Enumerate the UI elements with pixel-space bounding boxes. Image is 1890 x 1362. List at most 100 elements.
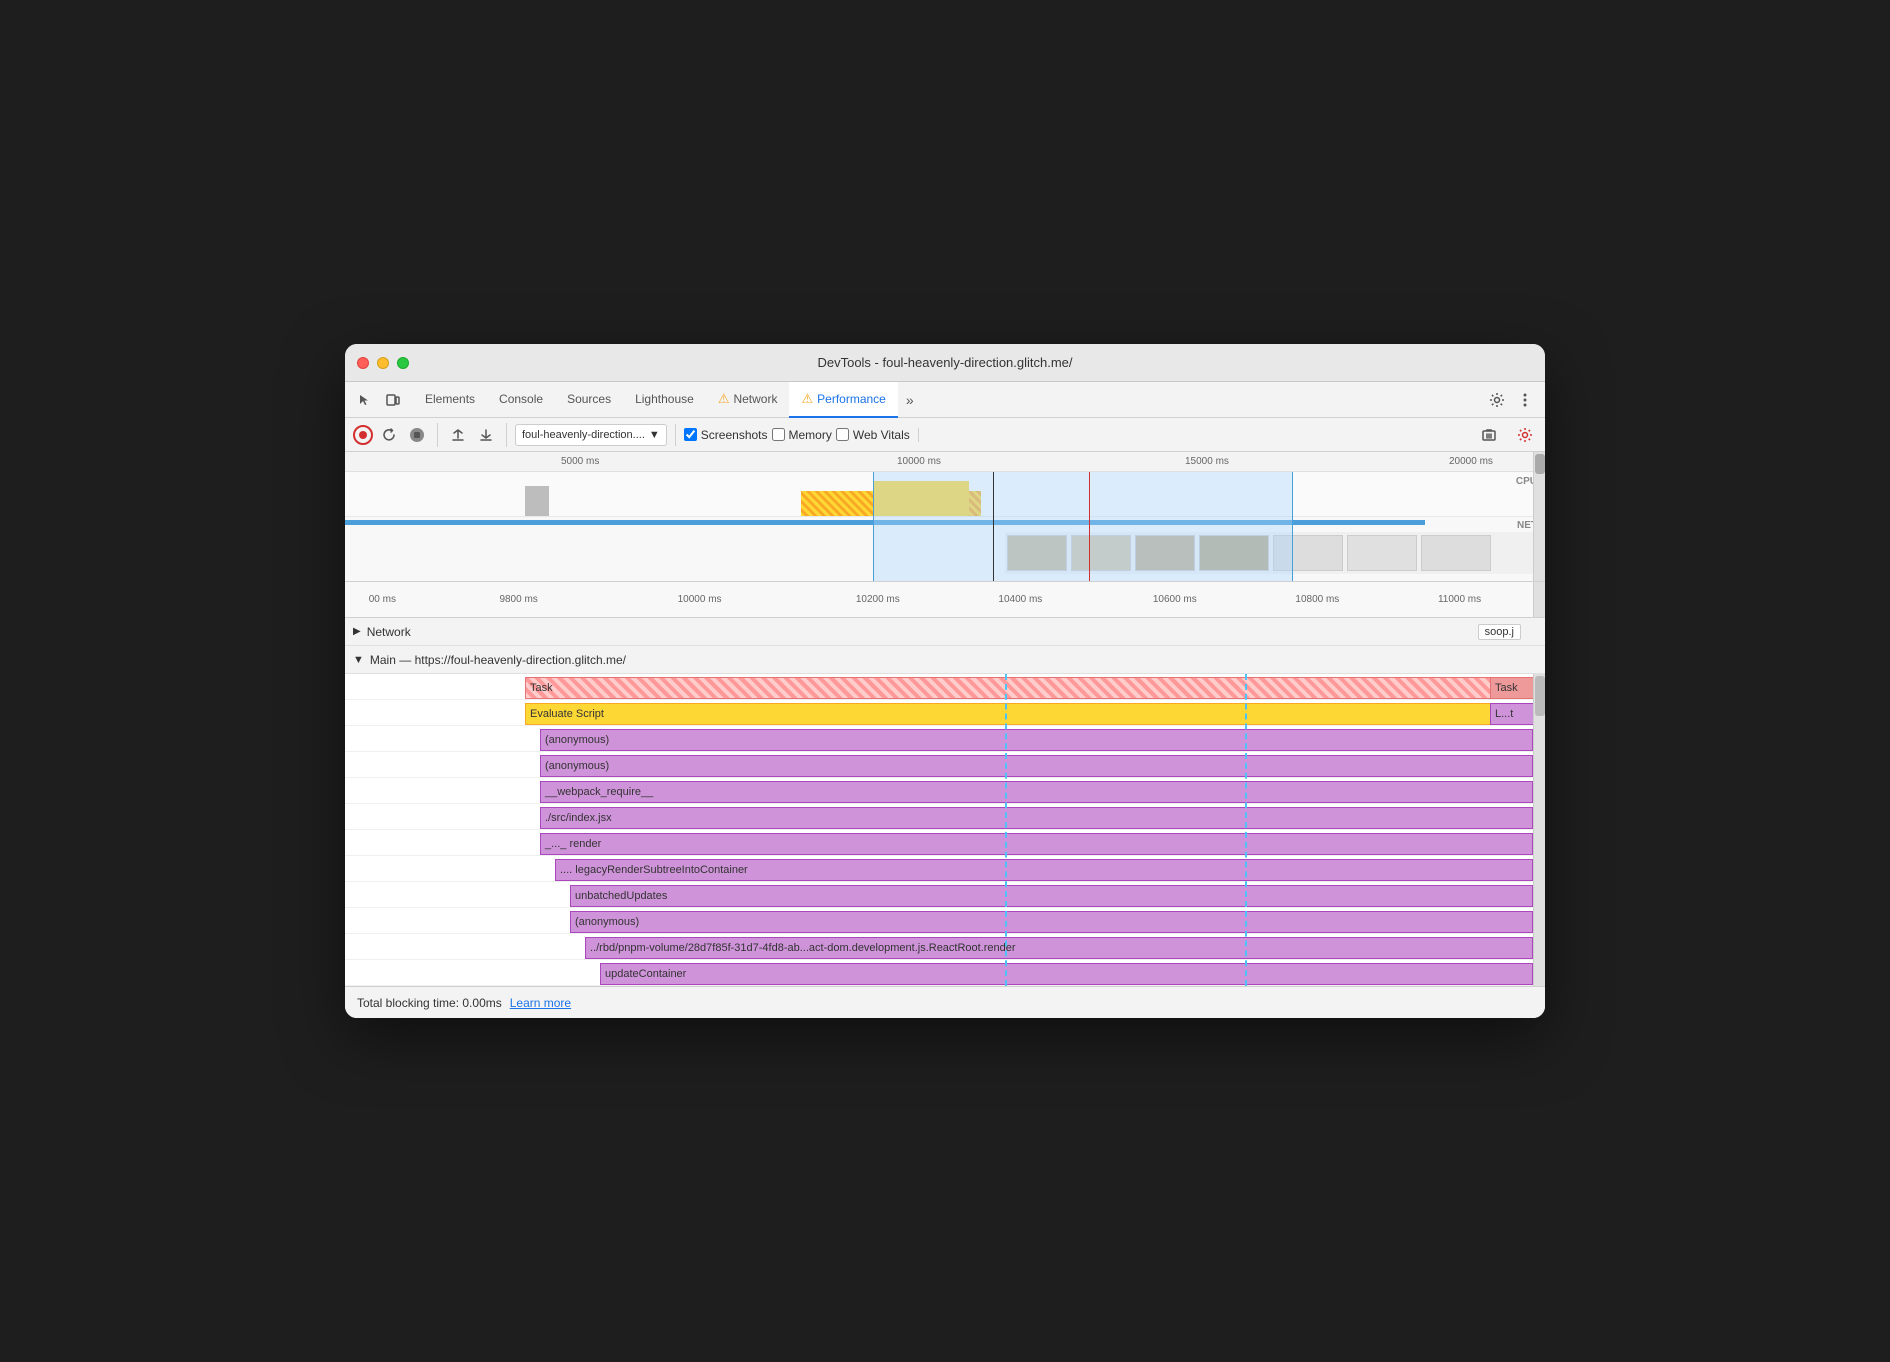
web-vitals-checkbox-label[interactable]: Web Vitals: [836, 428, 910, 442]
table-row: updateContainer: [345, 960, 1545, 986]
web-vitals-checkbox[interactable]: [836, 428, 849, 441]
screenshots-checkbox[interactable]: [684, 428, 697, 441]
render-bar[interactable]: _..._ render: [540, 833, 1533, 855]
anon-bar-2[interactable]: (anonymous): [540, 755, 1533, 777]
reload-button[interactable]: [377, 423, 401, 447]
table-row: ./src/index.jsx: [345, 804, 1545, 830]
screenshots-checkbox-label[interactable]: Screenshots: [684, 428, 768, 442]
dashed-line-2: [1245, 674, 1247, 986]
minimize-button[interactable]: [377, 357, 389, 369]
flame-scrollbar-thumb: [1535, 676, 1545, 716]
performance-warning-icon: ⚠: [801, 391, 813, 407]
clear-recordings-icon[interactable]: [1477, 423, 1501, 447]
src-index-label: ./src/index.jsx: [545, 812, 612, 824]
tab-bar-right-icons: [1485, 388, 1537, 412]
flame-collapse-icon[interactable]: ▼: [353, 654, 364, 666]
zoom-mark-0: 00 ms: [369, 594, 396, 605]
network-section-header: ▶ Network soop.j: [345, 618, 1545, 646]
performance-settings-icon[interactable]: [1513, 423, 1537, 447]
timeline-scrollbar[interactable]: [1533, 452, 1545, 581]
network-collapse-icon[interactable]: ▶: [353, 626, 361, 637]
update-container-label: updateContainer: [605, 968, 686, 980]
tab-network[interactable]: ⚠ Network: [706, 382, 790, 418]
anon-label-3: (anonymous): [575, 916, 639, 928]
settings-icon[interactable]: [1485, 388, 1509, 412]
tab-bar-icons: [353, 388, 405, 412]
memory-checkbox[interactable]: [772, 428, 785, 441]
src-index-bar[interactable]: ./src/index.jsx: [540, 807, 1533, 829]
zoom-mark-10800: 10800 ms: [1295, 594, 1339, 605]
stop-button[interactable]: [405, 423, 429, 447]
zoom-mark-10400: 10400 ms: [998, 594, 1042, 605]
network-warning-icon: ⚠: [718, 391, 730, 407]
webpack-bar[interactable]: __webpack_require__: [540, 781, 1533, 803]
ruler-mark-5000: 5000 ms: [561, 456, 599, 467]
tab-console[interactable]: Console: [487, 382, 555, 418]
timeline-ruler: 5000 ms 10000 ms 15000 ms 20000 ms: [345, 452, 1545, 472]
tab-elements[interactable]: Elements: [413, 382, 487, 418]
upload-icon[interactable]: [446, 423, 470, 447]
webpack-label: __webpack_require__: [545, 786, 653, 798]
network-section-label: Network: [367, 625, 411, 639]
learn-more-link[interactable]: Learn more: [510, 996, 571, 1010]
eval-script-bar[interactable]: Evaluate Script: [525, 703, 1520, 725]
close-button[interactable]: [357, 357, 369, 369]
record-controls: [353, 423, 438, 447]
zoom-mark-10200: 10200 ms: [856, 594, 900, 605]
traffic-lights: [357, 357, 409, 369]
table-row: (anonymous): [345, 726, 1545, 752]
cursor-icon[interactable]: [353, 388, 377, 412]
unbatched-label: unbatchedUpdates: [575, 890, 667, 902]
tab-lighthouse[interactable]: Lighthouse: [623, 382, 706, 418]
tab-list: Elements Console Sources Lighthouse ⚠ Ne…: [413, 382, 1485, 418]
chevron-down-icon: ▼: [649, 429, 660, 441]
task-end-label: Task: [1495, 682, 1518, 694]
unbatched-bar[interactable]: unbatchedUpdates: [570, 885, 1533, 907]
more-options-icon[interactable]: [1513, 388, 1537, 412]
zoom-mark-9800: 9800 ms: [499, 594, 537, 605]
table-row: Evaluate Script L...t: [345, 700, 1545, 726]
memory-checkbox-label[interactable]: Memory: [772, 428, 832, 442]
flame-chart-header: ▼ Main — https://foul-heavenly-direction…: [345, 646, 1545, 674]
zoom-scrollbar[interactable]: [1533, 582, 1545, 617]
performance-toolbar: foul-heavenly-direction.... ▼ Screenshot…: [345, 418, 1545, 452]
render-label: _..._ render: [545, 838, 601, 850]
flame-main-label: Main — https://foul-heavenly-direction.g…: [370, 653, 626, 667]
network-filename-chip: soop.j: [1478, 624, 1521, 640]
update-container-bar[interactable]: updateContainer: [600, 963, 1533, 985]
react-root-bar[interactable]: ../rbd/pnpm-volume/28d7f85f-31d7-4fd8-ab…: [585, 937, 1533, 959]
more-tabs-button[interactable]: »: [898, 382, 922, 418]
anon-bar-1[interactable]: (anonymous): [540, 729, 1533, 751]
url-dropdown[interactable]: foul-heavenly-direction.... ▼: [515, 424, 667, 446]
settings-gear-area: [1513, 423, 1537, 447]
zoom-mark-10600: 10600 ms: [1153, 594, 1197, 605]
table-row: (anonymous): [345, 908, 1545, 934]
task-bar[interactable]: Task: [525, 677, 1520, 699]
legacy-render-bar[interactable]: .... legacyRenderSubtreeIntoContainer: [555, 859, 1533, 881]
timeline-scrollbar-thumb: [1535, 454, 1545, 474]
table-row: (anonymous): [345, 752, 1545, 778]
tab-performance[interactable]: ⚠ Performance: [789, 382, 897, 418]
zoom-mark-11000: 11000 ms: [1438, 594, 1481, 605]
zoom-mark-10000: 10000 ms: [678, 594, 722, 605]
flame-chart: ▼ Main — https://foul-heavenly-direction…: [345, 646, 1545, 986]
table-row: Task Task: [345, 674, 1545, 700]
dashed-line-1: [1005, 674, 1007, 986]
ruler-mark-20000: 20000 ms: [1449, 456, 1493, 467]
maximize-button[interactable]: [397, 357, 409, 369]
table-row: ../rbd/pnpm-volume/28d7f85f-31d7-4fd8-ab…: [345, 934, 1545, 960]
flame-scrollbar[interactable]: [1533, 674, 1545, 986]
timeline-marker-dark: [993, 472, 994, 581]
react-root-label: ../rbd/pnpm-volume/28d7f85f-31d7-4fd8-ab…: [590, 942, 1016, 954]
record-button[interactable]: [353, 425, 373, 445]
table-row: unbatchedUpdates: [345, 882, 1545, 908]
anon-bar-3[interactable]: (anonymous): [570, 911, 1533, 933]
timeline-overview[interactable]: 5000 ms 10000 ms 15000 ms 20000 ms CPU N…: [345, 452, 1545, 582]
tab-sources[interactable]: Sources: [555, 382, 623, 418]
download-icon[interactable]: [474, 423, 498, 447]
upload-download-controls: [446, 423, 507, 447]
device-toggle-icon[interactable]: [381, 388, 405, 412]
window-title: DevTools - foul-heavenly-direction.glitc…: [817, 355, 1072, 370]
checkboxes-group: Screenshots Memory Web Vitals: [684, 428, 919, 442]
flame-body: Task Task Evaluate Script L...t: [345, 674, 1545, 986]
